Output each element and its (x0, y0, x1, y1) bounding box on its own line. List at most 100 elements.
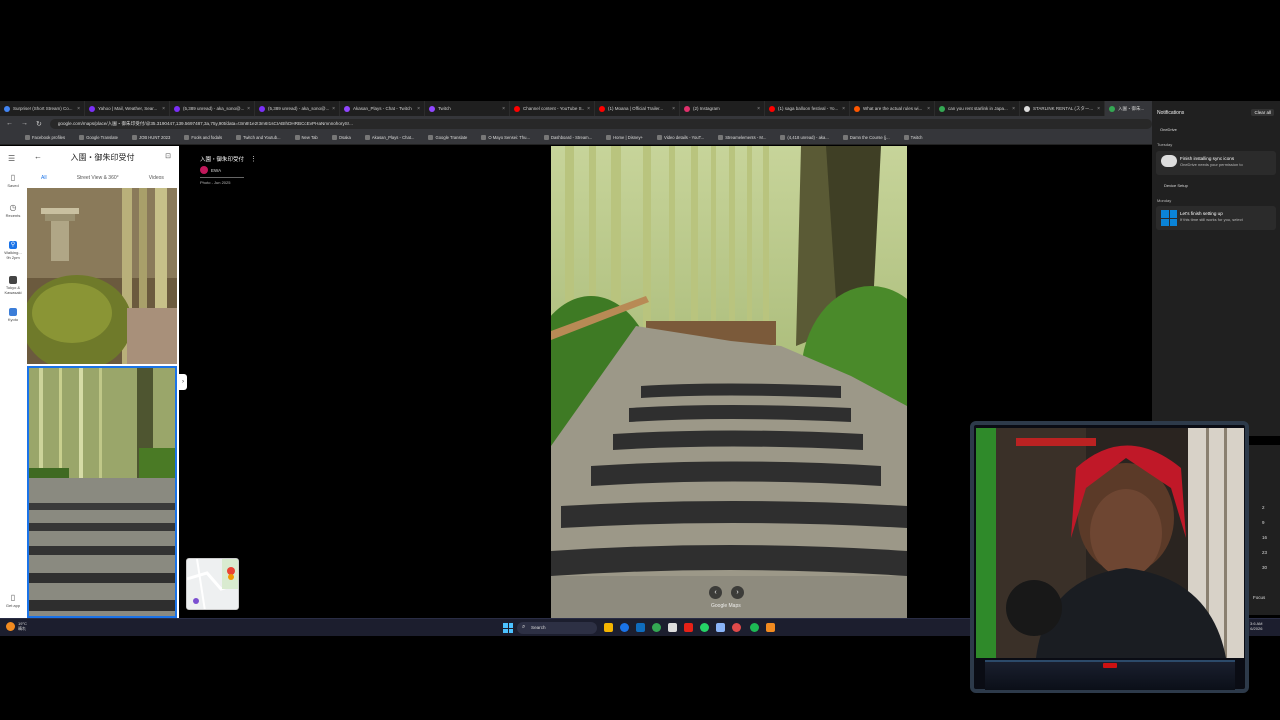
browser-tab[interactable]: What are the actual rules wi... × (850, 101, 935, 116)
app-icon[interactable] (716, 623, 725, 632)
chrome-icon[interactable] (652, 623, 661, 632)
photo-thumbnail-stairs[interactable] (27, 366, 177, 618)
photo-thumbnail-lantern[interactable] (27, 188, 177, 364)
bookmark-favicon-icon (780, 135, 786, 140)
bookmark-item[interactable]: Damn the Course (j... (842, 135, 890, 140)
avatar (200, 166, 208, 174)
rail-item-saved[interactable]: ▯ Saved (2, 174, 24, 189)
taskbar-search[interactable]: ⌕ Search (517, 622, 597, 634)
notification-onedrive[interactable]: Finish installing sync icons OneDrive ne… (1156, 151, 1276, 175)
clock[interactable]: 3:6 AM 6/2026 (1250, 621, 1262, 631)
day-monday: Monday (1157, 198, 1172, 203)
bookmark-item[interactable]: Google Translate (428, 135, 467, 140)
more-options-icon[interactable]: ⋮ (250, 155, 257, 163)
rail-item-kyoto[interactable]: Kyoto (2, 308, 24, 322)
youtube-icon[interactable] (684, 623, 693, 632)
close-tab-icon[interactable]: × (672, 106, 675, 112)
close-tab-icon[interactable]: × (417, 106, 420, 112)
add-photo-icon[interactable]: ⊡ (165, 152, 171, 160)
calendar-day[interactable]: 9 (1262, 520, 1265, 525)
browser-tab[interactable]: Akasan_Plays - Chat - Twitch × (340, 101, 425, 116)
bookmark-item[interactable]: Osaka (331, 135, 351, 140)
menu-icon[interactable]: ☰ (8, 154, 15, 163)
browser-tab[interactable]: (2) Instagram × (680, 101, 765, 116)
close-tab-icon[interactable]: × (247, 106, 250, 112)
bookmark-item[interactable]: Twitch (903, 135, 923, 140)
reload-icon[interactable]: ↻ (36, 120, 42, 128)
close-tab-icon[interactable]: × (332, 106, 335, 112)
bookmark-item[interactable]: Fools and fodals (184, 135, 222, 140)
close-tab-icon[interactable]: × (162, 106, 165, 112)
photo-author[interactable]: EWA (200, 166, 244, 174)
rail-item-walking[interactable]: ⚲ Walking... 9h 2pm (2, 241, 24, 260)
url-field[interactable]: google.com/maps/place/入園・御朱印受付/@35.31904… (49, 118, 1152, 129)
close-tab-icon[interactable]: × (927, 106, 930, 112)
collapse-panel-button[interactable]: › (179, 374, 187, 390)
next-photo-button[interactable]: › (731, 586, 744, 599)
minimap[interactable] (186, 558, 239, 610)
browser-tab[interactable]: (5,389 unread) - aka_sono@... × (255, 101, 340, 116)
browser-tab[interactable]: (5,389 unread) - aka_sono@... × (170, 101, 255, 116)
bookmark-item[interactable]: Home | Disney+ (606, 135, 643, 140)
vlc-icon[interactable] (766, 623, 775, 632)
mail-icon[interactable] (636, 623, 645, 632)
photo-place-title[interactable]: 入園・御朱印受付 (200, 155, 244, 163)
rail-item-get-app[interactable]: ▯ Get app (2, 594, 24, 609)
close-tab-icon[interactable]: × (77, 106, 80, 112)
bookmark-favicon-icon (184, 135, 190, 140)
forward-arrow-icon[interactable]: → (21, 120, 28, 127)
bookmark-item[interactable]: (4,418 unread) - aka... (780, 135, 829, 140)
bookmark-item[interactable]: Akasan_Plays - Chat... (364, 135, 414, 140)
close-tab-icon[interactable]: × (587, 106, 590, 112)
calendar-day[interactable]: 23 (1262, 550, 1267, 555)
bookmark-item[interactable]: O Mayo Sensei: Thu... (481, 135, 530, 140)
edge-icon[interactable] (620, 623, 629, 632)
spotify-icon[interactable] (750, 623, 759, 632)
calendar-day[interactable]: 30 (1262, 565, 1267, 570)
start-button[interactable] (503, 623, 513, 633)
file-explorer-icon[interactable] (604, 623, 613, 632)
tab-all[interactable]: All (41, 175, 47, 181)
bookmark-item[interactable]: Google Translate (79, 135, 118, 140)
bookmark-item[interactable]: Facebook profiles (25, 135, 65, 140)
calendar-day[interactable]: 2 (1262, 505, 1265, 510)
close-tab-icon[interactable]: × (1012, 106, 1015, 112)
bookmark-item[interactable]: JOB HUNT 2023 (131, 135, 170, 140)
bookmark-item[interactable]: Dashboard - Stream... (543, 135, 592, 140)
tab-videos[interactable]: Videos (149, 175, 164, 181)
bookmark-item[interactable]: Twitch and Youtub... (236, 135, 281, 140)
rail-item-tokyo[interactable]: Tokyo & Kawasaki (2, 276, 24, 295)
rail-item-recents[interactable]: ◷ Recents (2, 204, 24, 219)
back-arrow-icon[interactable]: ← (6, 120, 13, 127)
browser-tab[interactable]: Channel content - YouTube S... × (510, 101, 595, 116)
browser-tab[interactable]: 入園・御朱...× (1105, 101, 1152, 116)
browser-tab[interactable]: STARLINK RENTAL (スター... × (1020, 101, 1105, 116)
calendar-day[interactable]: 16 (1262, 535, 1267, 540)
browser-tab[interactable]: Twitch × (425, 101, 510, 116)
obs-icon[interactable] (732, 623, 741, 632)
bookmark-label: Google Translate (435, 135, 468, 140)
browser-tab[interactable]: (1) saga balloon festival - Yo... × (765, 101, 850, 116)
bookmark-item[interactable]: New Tab (294, 135, 318, 140)
browser-tab[interactable]: can you rent starlink in Japa... × (935, 101, 1020, 116)
close-tab-icon[interactable]: × (502, 106, 505, 112)
browser-tab[interactable]: Surprise! (Short Stream) Co... × (0, 101, 85, 116)
cloud-icon (1161, 155, 1177, 167)
main-photo[interactable] (551, 146, 907, 618)
tab-street-view[interactable]: Street View & 360° (77, 175, 119, 181)
clear-all-button[interactable]: Clear all (1251, 109, 1274, 116)
bookmark-item[interactable]: Video details - YouT... (657, 135, 704, 140)
close-tab-icon[interactable]: × (842, 106, 845, 112)
close-tab-icon[interactable]: × (757, 106, 760, 112)
browser-tab[interactable]: Yahoo | Mail, Weather, Sear... × (85, 101, 170, 116)
close-tab-icon[interactable]: × (1097, 106, 1100, 112)
weather-widget[interactable]: 19°C 晴れ (6, 621, 27, 631)
photos-panel: ← 入園・御朱印受付 ⊡ All Street View & 360° Vide… (26, 146, 179, 618)
bookmark-item[interactable]: Streamelements - M... (718, 135, 766, 140)
previous-photo-button[interactable]: ‹ (709, 586, 722, 599)
browser-tab[interactable]: (1) Moana | Official Trailer... × (595, 101, 680, 116)
app-icon[interactable] (668, 623, 677, 632)
whatsapp-icon[interactable] (700, 623, 709, 632)
focus-button[interactable]: Focus (1253, 595, 1265, 600)
notification-device-setup[interactable]: Let's finish setting up If this time sti… (1156, 206, 1276, 230)
